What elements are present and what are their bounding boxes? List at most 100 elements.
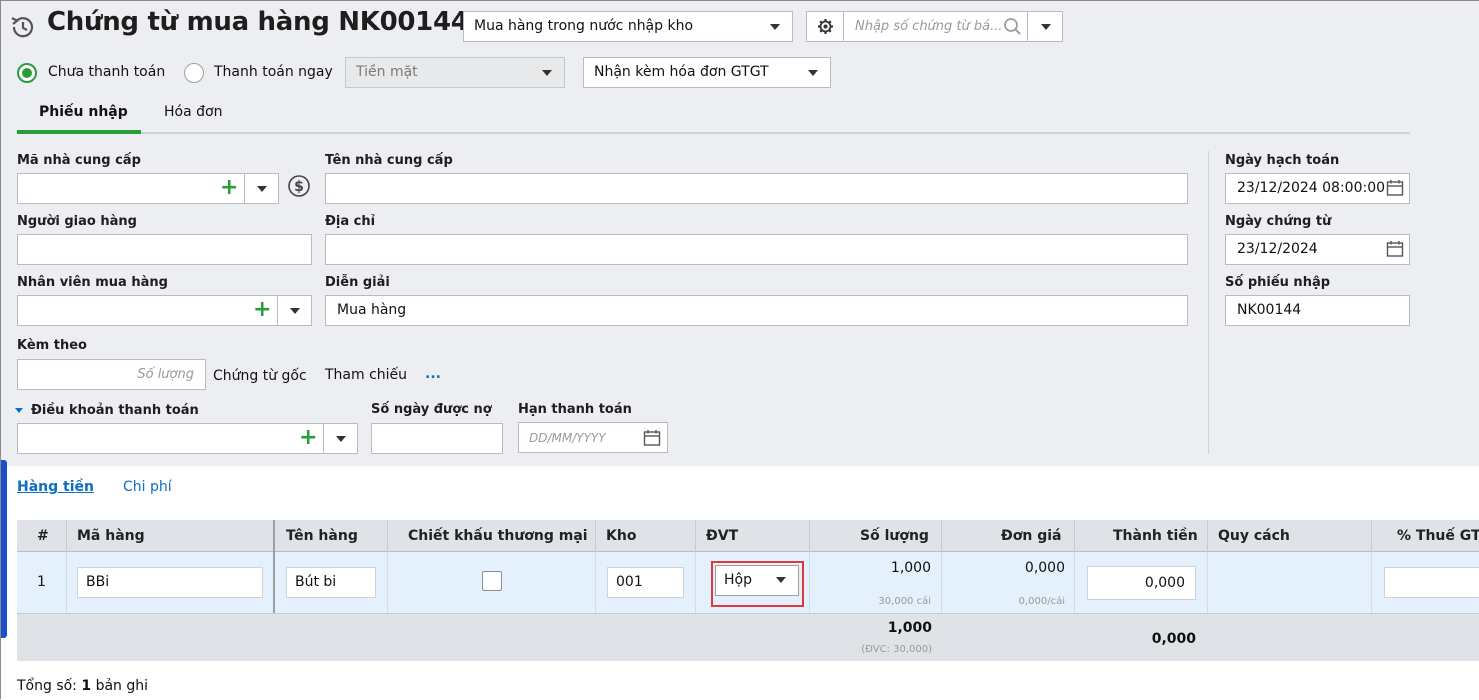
supplier-name-label: Tên nhà cung cấp bbox=[325, 153, 453, 168]
chevron-down-icon[interactable] bbox=[290, 308, 300, 314]
buyer-label: Nhân viên mua hàng bbox=[17, 275, 168, 290]
col-item-code: Mã hàng bbox=[77, 528, 145, 544]
invoice-option-value: Nhận kèm hóa đơn GTGT bbox=[594, 64, 769, 80]
pay-now-radio[interactable] bbox=[184, 63, 204, 83]
tab-chi-phi[interactable]: Chi phí bbox=[123, 479, 172, 495]
description-input[interactable]: Mua hàng bbox=[325, 295, 1188, 326]
tab-underline bbox=[17, 132, 1410, 134]
address-label: Địa chỉ bbox=[325, 214, 376, 229]
unpaid-label: Chưa thanh toán bbox=[48, 64, 166, 80]
amount-input[interactable]: 0,000 bbox=[1087, 566, 1196, 600]
unit-select[interactable]: Hộp bbox=[715, 565, 799, 596]
payment-terms-label: Điều khoản thanh toán bbox=[31, 403, 199, 418]
due-date-placeholder: DD/MM/YYYY bbox=[529, 431, 606, 445]
item-name-input[interactable]: Bút bi bbox=[286, 567, 376, 598]
chevron-down-icon[interactable] bbox=[1041, 24, 1051, 30]
add-icon[interactable]: + bbox=[299, 427, 317, 449]
unpaid-radio[interactable] bbox=[17, 63, 37, 83]
attach-quantity-placeholder: Số lượng bbox=[137, 367, 194, 382]
due-date-label: Hạn thanh toán bbox=[518, 402, 632, 417]
record-count: Tổng số: 1 bản ghi bbox=[17, 678, 148, 694]
add-icon[interactable]: + bbox=[220, 177, 238, 199]
address-input[interactable] bbox=[325, 234, 1188, 265]
unit-price-value: 0,000 bbox=[1024, 560, 1065, 576]
calendar-icon[interactable] bbox=[1386, 179, 1404, 201]
chevron-down-icon bbox=[776, 577, 786, 583]
history-icon[interactable] bbox=[8, 13, 36, 41]
tab-hang-tien[interactable]: Hàng tiền bbox=[17, 479, 94, 495]
due-date-input[interactable]: DD/MM/YYYY bbox=[518, 422, 668, 453]
record-count-prefix: Tổng số: bbox=[17, 678, 77, 694]
col-spec: Quy cách bbox=[1218, 528, 1290, 544]
debt-days-input[interactable] bbox=[371, 423, 503, 454]
voucher-date-input[interactable]: 23/12/2024 bbox=[1225, 234, 1410, 265]
tab-phieu-nhap[interactable]: Phiếu nhập bbox=[39, 104, 128, 120]
totals-row: 1,000 (ĐVC: 30,000) 0,000 bbox=[17, 613, 1479, 661]
col-item-name: Tên hàng bbox=[286, 528, 358, 544]
invoice-option-select[interactable]: Nhận kèm hóa đơn GTGT bbox=[583, 57, 831, 88]
row-index: 1 bbox=[37, 574, 46, 590]
deliverer-label: Người giao hàng bbox=[17, 214, 137, 229]
unit-price-sub: 0,000/cái bbox=[1018, 596, 1065, 607]
chevron-down-icon[interactable] bbox=[336, 436, 346, 442]
voucher-date-label: Ngày chứng từ bbox=[1225, 214, 1332, 229]
total-quantity: 1,000 bbox=[887, 620, 932, 636]
chevron-down-icon bbox=[542, 70, 552, 76]
posting-date-input[interactable]: 23/12/2024 08:00:00 bbox=[1225, 173, 1410, 204]
tab-hoa-don[interactable]: Hóa đơn bbox=[164, 104, 222, 120]
posting-date-label: Ngày hạch toán bbox=[1225, 153, 1340, 168]
side-handle[interactable] bbox=[1, 460, 7, 638]
buyer-combo[interactable]: + bbox=[17, 295, 312, 326]
settings-search-group: Nhập số chứng từ bá... bbox=[806, 11, 1063, 42]
discount-checkbox[interactable] bbox=[482, 571, 502, 591]
record-count-value: 1 bbox=[81, 678, 92, 694]
col-quantity: Số lượng bbox=[860, 528, 929, 544]
total-amount: 0,000 bbox=[1151, 631, 1196, 647]
add-icon[interactable]: + bbox=[253, 299, 271, 321]
panel-divider bbox=[1208, 151, 1209, 454]
grid-header: # Mã hàng Tên hàng Chiết khấu thương mại… bbox=[17, 520, 1479, 552]
supplier-code-combo[interactable]: + bbox=[17, 173, 279, 204]
item-code-input[interactable]: BBi bbox=[77, 567, 263, 598]
col-warehouse: Kho bbox=[606, 528, 637, 544]
active-tab-indicator bbox=[17, 130, 141, 134]
total-quantity-sub: (ĐVC: 30,000) bbox=[861, 644, 932, 655]
attach-label: Kèm theo bbox=[17, 338, 87, 353]
svg-text:$: $ bbox=[294, 179, 304, 195]
chevron-down-icon bbox=[770, 24, 780, 30]
calendar-icon[interactable] bbox=[1386, 240, 1404, 262]
chevron-down-icon bbox=[808, 70, 818, 76]
table-row[interactable]: 1 BBi Bút bi 001 Hộp 1,000 30,000 cái 0,… bbox=[17, 552, 1479, 613]
unit-value: Hộp bbox=[724, 572, 752, 588]
posting-date-value: 23/12/2024 08:00:00 bbox=[1237, 180, 1386, 196]
search-icon[interactable] bbox=[1003, 17, 1023, 37]
vat-input[interactable] bbox=[1384, 567, 1479, 598]
reference-more-link[interactable]: ... bbox=[425, 366, 441, 382]
receipt-no-value: NK00144 bbox=[1237, 302, 1302, 318]
supplier-name-input[interactable] bbox=[325, 173, 1188, 204]
deliverer-input[interactable] bbox=[17, 234, 312, 265]
pay-now-label: Thanh toán ngay bbox=[214, 64, 333, 80]
page-title: Chứng từ mua hàng NK00144 bbox=[47, 7, 469, 37]
voucher-date-value: 23/12/2024 bbox=[1237, 241, 1318, 257]
payment-terms-combo[interactable]: + bbox=[17, 423, 358, 454]
chevron-down-icon[interactable] bbox=[257, 186, 267, 192]
quantity-sub: 30,000 cái bbox=[878, 596, 931, 607]
search-input[interactable]: Nhập số chứng từ bá... bbox=[855, 19, 1003, 34]
col-unit: ĐVT bbox=[706, 528, 739, 544]
collapse-arrow-icon[interactable] bbox=[15, 408, 23, 413]
voucher-type-value: Mua hàng trong nước nhập kho bbox=[474, 18, 694, 34]
col-unit-price: Đơn giá bbox=[1001, 528, 1062, 544]
col-index: # bbox=[37, 528, 49, 544]
calendar-icon[interactable] bbox=[643, 429, 661, 451]
divider bbox=[1027, 12, 1028, 41]
gear-icon[interactable] bbox=[807, 12, 844, 41]
attach-quantity-input[interactable]: Số lượng bbox=[17, 359, 206, 390]
original-doc-label: Chứng từ gốc bbox=[213, 368, 307, 384]
record-count-suffix: bản ghi bbox=[95, 678, 149, 694]
warehouse-input[interactable]: 001 bbox=[607, 567, 684, 598]
receipt-no-input[interactable]: NK00144 bbox=[1225, 295, 1410, 326]
dollar-icon[interactable]: $ bbox=[287, 174, 311, 198]
voucher-type-select[interactable]: Mua hàng trong nước nhập kho bbox=[463, 11, 793, 42]
description-label: Diễn giải bbox=[325, 275, 390, 290]
